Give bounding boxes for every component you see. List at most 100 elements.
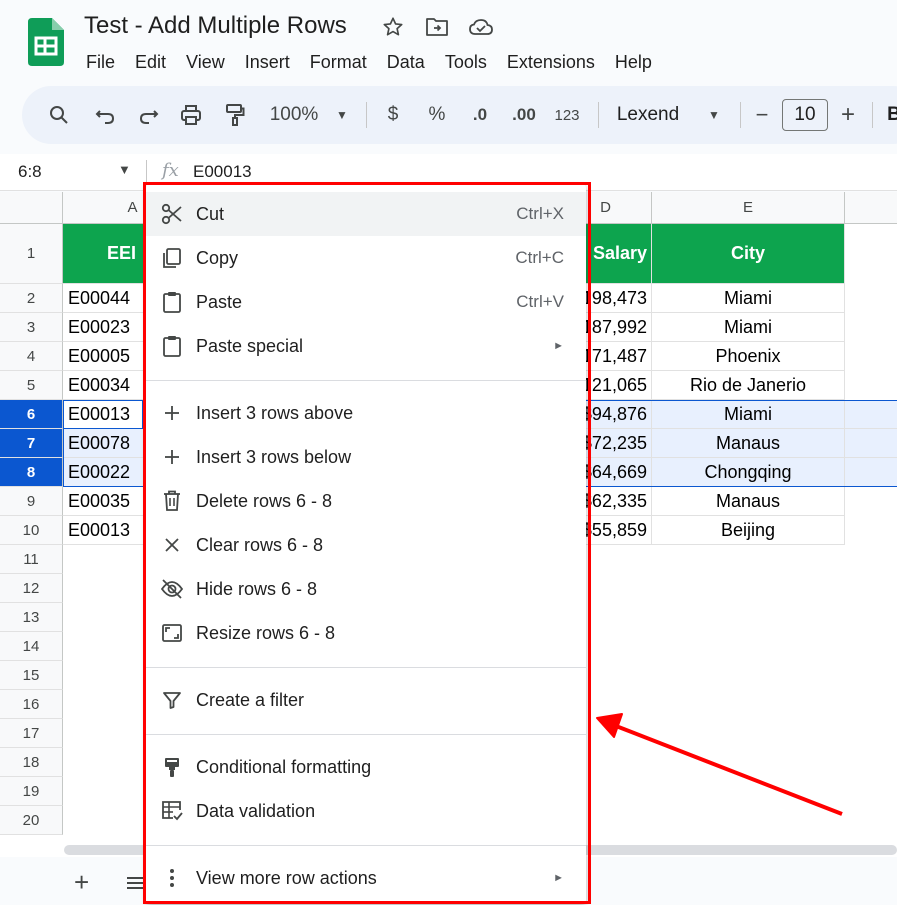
decrease-decimal-button[interactable]: .0 [462,86,498,144]
menu-item-hide-rows[interactable]: Hide rows 6 - 8 [146,567,586,611]
menu-item-more-row-actions[interactable]: View more row actions ► [146,856,586,900]
filter-icon [160,688,184,712]
cell-city[interactable]: Manaus [652,487,845,516]
menu-tools[interactable]: Tools [435,50,497,74]
cell-city[interactable]: Rio de Janerio [652,371,845,400]
menu-format[interactable]: Format [300,50,377,74]
menu-item-delete-rows[interactable]: Delete rows 6 - 8 [146,479,586,523]
menu-file[interactable]: File [84,50,125,74]
menu-label: Insert 3 rows below [196,446,352,467]
row-header[interactable]: 10 [0,516,63,545]
menu-label: Cut [196,203,225,224]
font-dropdown-icon[interactable]: ▼ [702,86,726,144]
menu-divider [146,845,586,846]
row-header[interactable]: 11 [0,545,63,574]
row-header[interactable]: 4 [0,342,63,371]
submenu-arrow-icon: ► [553,340,564,352]
menu-edit[interactable]: Edit [125,50,176,74]
menu-item-resize-rows[interactable]: Resize rows 6 - 8 [146,611,586,655]
formula-input[interactable]: E00013 [193,162,252,182]
increase-decimal-button[interactable]: .00 [504,86,544,144]
cloud-saved-icon[interactable] [468,14,494,40]
menu-item-paste[interactable]: Paste Ctrl+V [146,280,586,324]
document-title[interactable]: Test - Add Multiple Rows [84,12,347,40]
zoom-select[interactable]: 100% [262,86,326,144]
cell-empty[interactable] [845,458,897,487]
paint-format-icon[interactable] [220,86,250,144]
cell-city[interactable]: Beijing [652,516,845,545]
row-header[interactable]: 20 [0,806,63,835]
font-select[interactable]: Lexend [612,86,684,144]
row-header[interactable]: 1 [0,224,63,284]
undo-icon[interactable] [90,86,120,144]
menu-insert[interactable]: Insert [235,50,300,74]
font-size-decrease-button[interactable]: − [748,86,776,144]
menu-item-clear-rows[interactable]: Clear rows 6 - 8 [146,523,586,567]
row-header[interactable]: 5 [0,371,63,400]
row-context-menu: Cut Ctrl+X Copy Ctrl+C Paste Ctrl+V Past… [146,184,586,904]
menu-item-insert-below[interactable]: Insert 3 rows below [146,435,586,479]
print-icon[interactable] [176,86,206,144]
row-header[interactable]: 16 [0,690,63,719]
row-header[interactable]: 9 [0,487,63,516]
redo-icon[interactable] [134,86,164,144]
menu-item-copy[interactable]: Copy Ctrl+C [146,236,586,280]
row-header-selected[interactable]: 7 [0,429,63,458]
menu-view[interactable]: View [176,50,235,74]
menu-item-data-validation[interactable]: Data validation [146,789,586,833]
sheets-logo-icon[interactable] [28,18,64,66]
star-icon[interactable] [380,14,406,40]
menu-label: View more row actions [196,867,377,888]
column-header-f[interactable] [845,192,897,224]
menu-item-conditional-formatting[interactable]: Conditional formatting [146,745,586,789]
row-header[interactable]: 2 [0,284,63,313]
active-cell-border [63,400,143,429]
cell-city[interactable]: Chongqing [652,458,845,487]
row-header[interactable]: 15 [0,661,63,690]
row-header-selected[interactable]: 6 [0,400,63,429]
column-header-e[interactable]: E [652,192,845,224]
cell-city[interactable]: Manaus [652,429,845,458]
percent-format-button[interactable]: % [422,86,452,144]
search-menus-icon[interactable] [44,86,74,144]
name-box-dropdown-icon[interactable]: ▼ [118,162,131,177]
cell-city[interactable]: Miami [652,400,845,429]
row-header[interactable]: 12 [0,574,63,603]
menu-help[interactable]: Help [605,50,662,74]
cell-empty[interactable] [845,400,897,429]
row-header-selected[interactable]: 8 [0,458,63,487]
menu-extensions[interactable]: Extensions [497,50,605,74]
menu-item-paste-special[interactable]: Paste special ► [146,324,586,368]
zoom-dropdown-icon[interactable]: ▼ [330,86,354,144]
menu-label: Paste special [196,335,304,356]
row-header[interactable]: 14 [0,632,63,661]
font-size-increase-button[interactable]: + [834,86,862,144]
menu-item-insert-above[interactable]: Insert 3 rows above [146,391,586,435]
cell-city[interactable]: Phoenix [652,342,845,371]
row-header[interactable]: 19 [0,777,63,806]
toolbar-divider [740,102,741,128]
move-to-folder-icon[interactable] [424,14,450,40]
menu-item-create-filter[interactable]: Create a filter [146,678,586,722]
currency-format-button[interactable]: $ [378,86,408,144]
row-header[interactable]: 3 [0,313,63,342]
all-sheets-icon[interactable] [126,875,144,896]
bold-button[interactable]: B [884,86,897,144]
menu-data[interactable]: Data [377,50,435,74]
header-cell-city[interactable]: City [652,224,845,284]
font-size-input[interactable]: 10 [782,99,828,131]
more-formats-button[interactable]: 123 [550,86,584,144]
row-header[interactable]: 17 [0,719,63,748]
name-box[interactable]: 6:8 [18,162,42,182]
select-all-corner[interactable] [0,192,63,224]
menu-label: Insert 3 rows above [196,402,354,423]
copy-icon [160,246,184,270]
submenu-arrow-icon: ► [553,872,564,884]
add-sheet-button[interactable]: + [74,867,89,898]
menu-item-cut[interactable]: Cut Ctrl+X [146,192,586,236]
row-header[interactable]: 18 [0,748,63,777]
cell-city[interactable]: Miami [652,313,845,342]
row-header[interactable]: 13 [0,603,63,632]
cell-empty[interactable] [845,429,897,458]
cell-city[interactable]: Miami [652,284,845,313]
